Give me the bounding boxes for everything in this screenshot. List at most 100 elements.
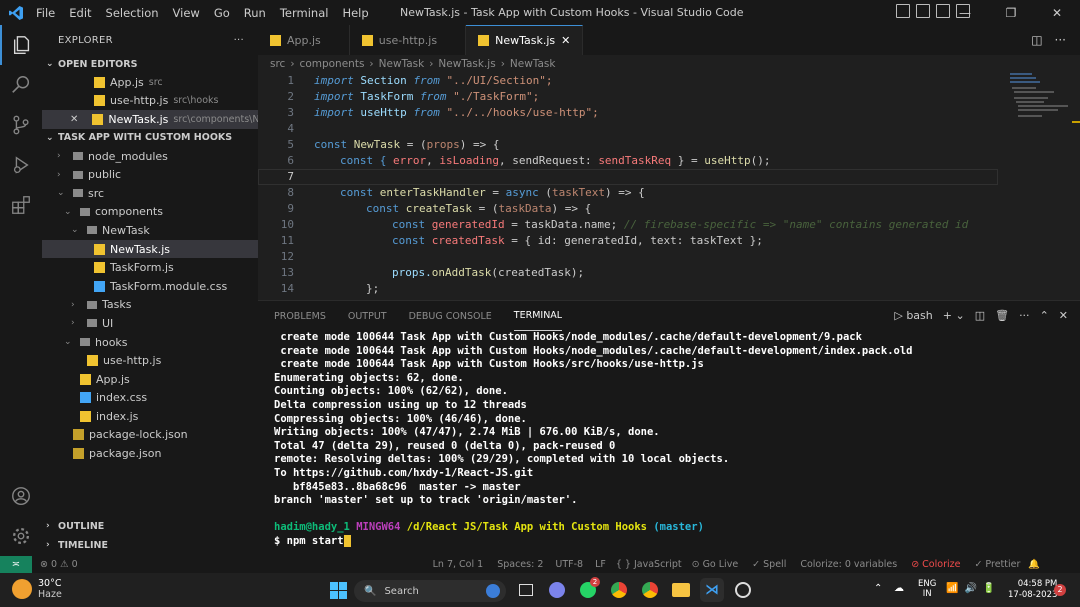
indent-spaces[interactable]: Spaces: 2	[497, 559, 543, 570]
tree-item[interactable]: TaskForm.module.css	[42, 277, 258, 296]
tab-use-http-js[interactable]: use-http.js	[350, 25, 467, 55]
cursor-position[interactable]: Ln 7, Col 1	[433, 559, 484, 570]
tab-newtask-js[interactable]: NewTask.js ✕	[466, 25, 584, 55]
open-editor-item[interactable]: App.js src	[42, 73, 258, 92]
tree-item[interactable]: › Tasks	[42, 296, 258, 315]
taskbar-search[interactable]: 🔍 Search	[354, 580, 506, 602]
menu-go[interactable]: Go	[214, 6, 230, 20]
whatsapp-icon[interactable]: 2	[576, 577, 600, 602]
file-explorer-icon[interactable]	[669, 578, 693, 602]
toggle-panel-icon[interactable]	[916, 4, 930, 18]
tree-item[interactable]: › UI	[42, 314, 258, 333]
menu-view[interactable]: View	[173, 6, 200, 20]
tree-item[interactable]: package-lock.json	[42, 426, 258, 445]
minimap[interactable]	[1010, 73, 1080, 133]
colorize-variables[interactable]: Colorize: 0 variables	[800, 559, 897, 570]
manage-gear-icon[interactable]	[0, 516, 42, 556]
toggle-primary-sidebar-icon[interactable]	[896, 4, 910, 18]
timeline-section[interactable]: › TIMELINE	[42, 536, 258, 554]
show-hidden-icons[interactable]: ⌃	[874, 583, 882, 594]
breadcrumb-item[interactable]: NewTask	[510, 58, 556, 70]
colorize-button[interactable]: ⊘ Colorize	[911, 559, 960, 570]
tree-item[interactable]: package.json	[42, 444, 258, 463]
terminal-shell-label[interactable]: ▷ bash	[894, 309, 932, 322]
tree-item[interactable]: ⌄ NewTask	[42, 221, 258, 240]
end-of-line[interactable]: LF	[595, 559, 606, 570]
clock[interactable]: 04:58 PM 17-08-2023	[1008, 579, 1057, 601]
tree-item[interactable]: TaskForm.js	[42, 258, 258, 277]
maximize-panel-icon[interactable]: ⌃	[1040, 309, 1049, 322]
notifications-bell-icon[interactable]: 🔔	[1028, 559, 1040, 570]
teams-chat-icon[interactable]	[545, 578, 569, 602]
vscode-taskbar-icon[interactable]: ⋊	[700, 578, 724, 602]
prettier-status[interactable]: ✓ Prettier	[974, 559, 1020, 570]
maximize-button[interactable]: ❐	[988, 0, 1034, 25]
menu-help[interactable]: Help	[342, 6, 368, 20]
problems-count[interactable]: ⊗ 0 ⚠ 0	[40, 559, 78, 570]
outline-section[interactable]: › OUTLINE	[42, 517, 258, 535]
notification-badge[interactable]: 2	[1054, 584, 1066, 596]
panel-tab-problems[interactable]: PROBLEMS	[274, 301, 326, 331]
tree-item[interactable]: ⌄ src	[42, 184, 258, 203]
panel-tab-debug-console[interactable]: DEBUG CONSOLE	[409, 301, 492, 331]
tree-item[interactable]: use-http.js	[42, 351, 258, 370]
explorer-icon[interactable]	[0, 25, 42, 65]
menu-file[interactable]: File	[36, 6, 55, 20]
open-editors-section[interactable]: ⌄ OPEN EDITORS	[42, 55, 258, 73]
breadcrumb-item[interactable]: NewTask	[379, 58, 425, 70]
close-tab-icon[interactable]: ✕	[561, 34, 570, 47]
split-editor-icon[interactable]: ◫	[1031, 33, 1042, 47]
menu-selection[interactable]: Selection	[106, 6, 159, 20]
kill-terminal-icon[interactable]: 🗑	[995, 309, 1009, 322]
new-terminal-icon[interactable]: + ⌄	[943, 309, 965, 322]
language-mode[interactable]: { } JavaScript	[616, 559, 682, 570]
tree-item[interactable]: index.css	[42, 389, 258, 408]
encoding[interactable]: UTF-8	[555, 559, 583, 570]
workspace-section[interactable]: ⌄ TASK APP WITH CUSTOM HOOKS	[42, 129, 258, 147]
accounts-icon[interactable]	[0, 476, 42, 516]
panel-tab-terminal[interactable]: TERMINAL	[513, 301, 563, 331]
task-view-icon[interactable]	[514, 578, 538, 602]
editor-more-icon[interactable]: ···	[1055, 33, 1066, 47]
terminal-output[interactable]: create mode 100644 Task App with Custom …	[258, 331, 1080, 549]
menu-edit[interactable]: Edit	[69, 6, 91, 20]
source-control-icon[interactable]	[0, 105, 42, 145]
start-button[interactable]	[326, 578, 350, 602]
split-terminal-icon[interactable]: ◫	[975, 309, 985, 322]
system-tray[interactable]: 📶 🔊 🔋	[946, 583, 995, 594]
tree-item[interactable]: NewTask.js	[42, 239, 258, 259]
tree-item[interactable]: App.js	[42, 370, 258, 389]
github-desktop-icon[interactable]	[731, 578, 755, 602]
language-indicator[interactable]: ENG IN	[918, 579, 936, 599]
more-actions-icon[interactable]: ···	[234, 35, 244, 46]
panel-more-icon[interactable]: ···	[1019, 309, 1030, 322]
tree-item[interactable]: ⌄ components	[42, 203, 258, 222]
panel-tab-output[interactable]: OUTPUT	[348, 301, 387, 331]
tree-item[interactable]: › node_modules	[42, 147, 258, 166]
menu-terminal[interactable]: Terminal	[280, 6, 329, 20]
close-editor-icon[interactable]: ✕	[70, 114, 78, 125]
spell-status[interactable]: ✓ Spell	[752, 559, 786, 570]
tree-item[interactable]: index.js	[42, 407, 258, 426]
breadcrumb-item[interactable]: src	[270, 58, 285, 70]
chrome-icon[interactable]	[607, 578, 631, 602]
extensions-icon[interactable]	[0, 185, 42, 225]
breadcrumb-item[interactable]: NewTask.js	[438, 58, 495, 70]
onedrive-icon[interactable]: ☁	[894, 583, 904, 594]
tree-item[interactable]: ⌄ hooks	[42, 333, 258, 352]
chrome-profile-icon[interactable]	[638, 578, 662, 602]
remote-indicator[interactable]: ≍	[0, 556, 32, 573]
breadcrumb-item[interactable]: components	[300, 58, 365, 70]
run-debug-icon[interactable]	[0, 145, 42, 185]
minimize-button[interactable]: —	[942, 0, 988, 25]
go-live-button[interactable]: ⊙ Go Live	[692, 559, 739, 570]
tree-item[interactable]: › public	[42, 165, 258, 184]
close-window-button[interactable]: ✕	[1034, 0, 1080, 25]
search-icon[interactable]	[0, 65, 42, 105]
open-editor-item[interactable]: ✕ NewTask.js src\components\New...	[42, 110, 258, 129]
menu-run[interactable]: Run	[244, 6, 266, 20]
weather-widget[interactable]: 30°C Haze	[12, 578, 62, 600]
tab-app-js[interactable]: App.js	[258, 25, 350, 55]
open-editor-item[interactable]: use-http.js src\hooks	[42, 92, 258, 111]
close-panel-icon[interactable]: ✕	[1059, 309, 1068, 322]
